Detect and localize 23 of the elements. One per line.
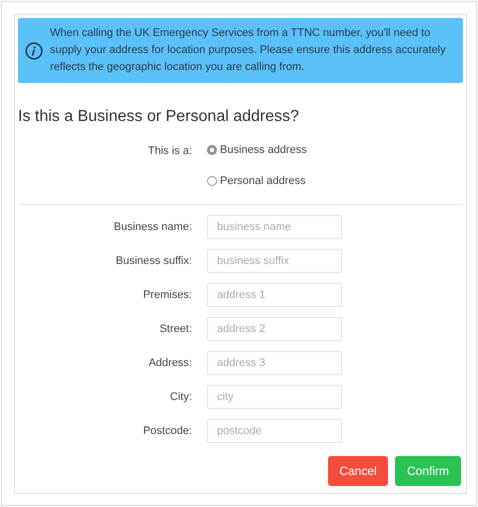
input-field[interactable]: address 1	[207, 283, 342, 307]
alert-text: When calling the UK Emergency Services from a TTNC number, you'll need to supply your address for location purposes. Please ensure this address accurately reflects the geographic location you are calling from.	[50, 26, 447, 75]
field-label: Business name:	[112, 220, 192, 235]
input-field[interactable]: business name	[207, 215, 342, 239]
radio-option[interactable]: Personal address	[207, 174, 307, 188]
input-field[interactable]: address 2	[207, 317, 342, 341]
field-label: Street:	[158, 322, 192, 337]
field-label: Business suffix:	[114, 254, 192, 269]
input-field[interactable]: address 3	[207, 351, 342, 375]
field-label: This is a:	[146, 144, 192, 159]
field-label: Address:	[148, 356, 192, 371]
radio-option[interactable]: Business address	[207, 143, 307, 157]
info-icon	[25, 42, 43, 60]
input-field[interactable]: business suffix	[207, 249, 342, 273]
radio-button[interactable]	[207, 145, 217, 155]
radio-button[interactable]	[207, 176, 217, 186]
input-field[interactable]: postcode	[207, 419, 342, 443]
field-label: Postcode:	[142, 424, 192, 439]
field-label: City:	[169, 390, 192, 405]
cancel-button[interactable]: Cancel	[328, 456, 388, 486]
input-field[interactable]: city	[207, 385, 342, 409]
section-heading: Is this a Business or Personal address?	[18, 107, 300, 127]
field-label: Premises:	[142, 288, 192, 303]
